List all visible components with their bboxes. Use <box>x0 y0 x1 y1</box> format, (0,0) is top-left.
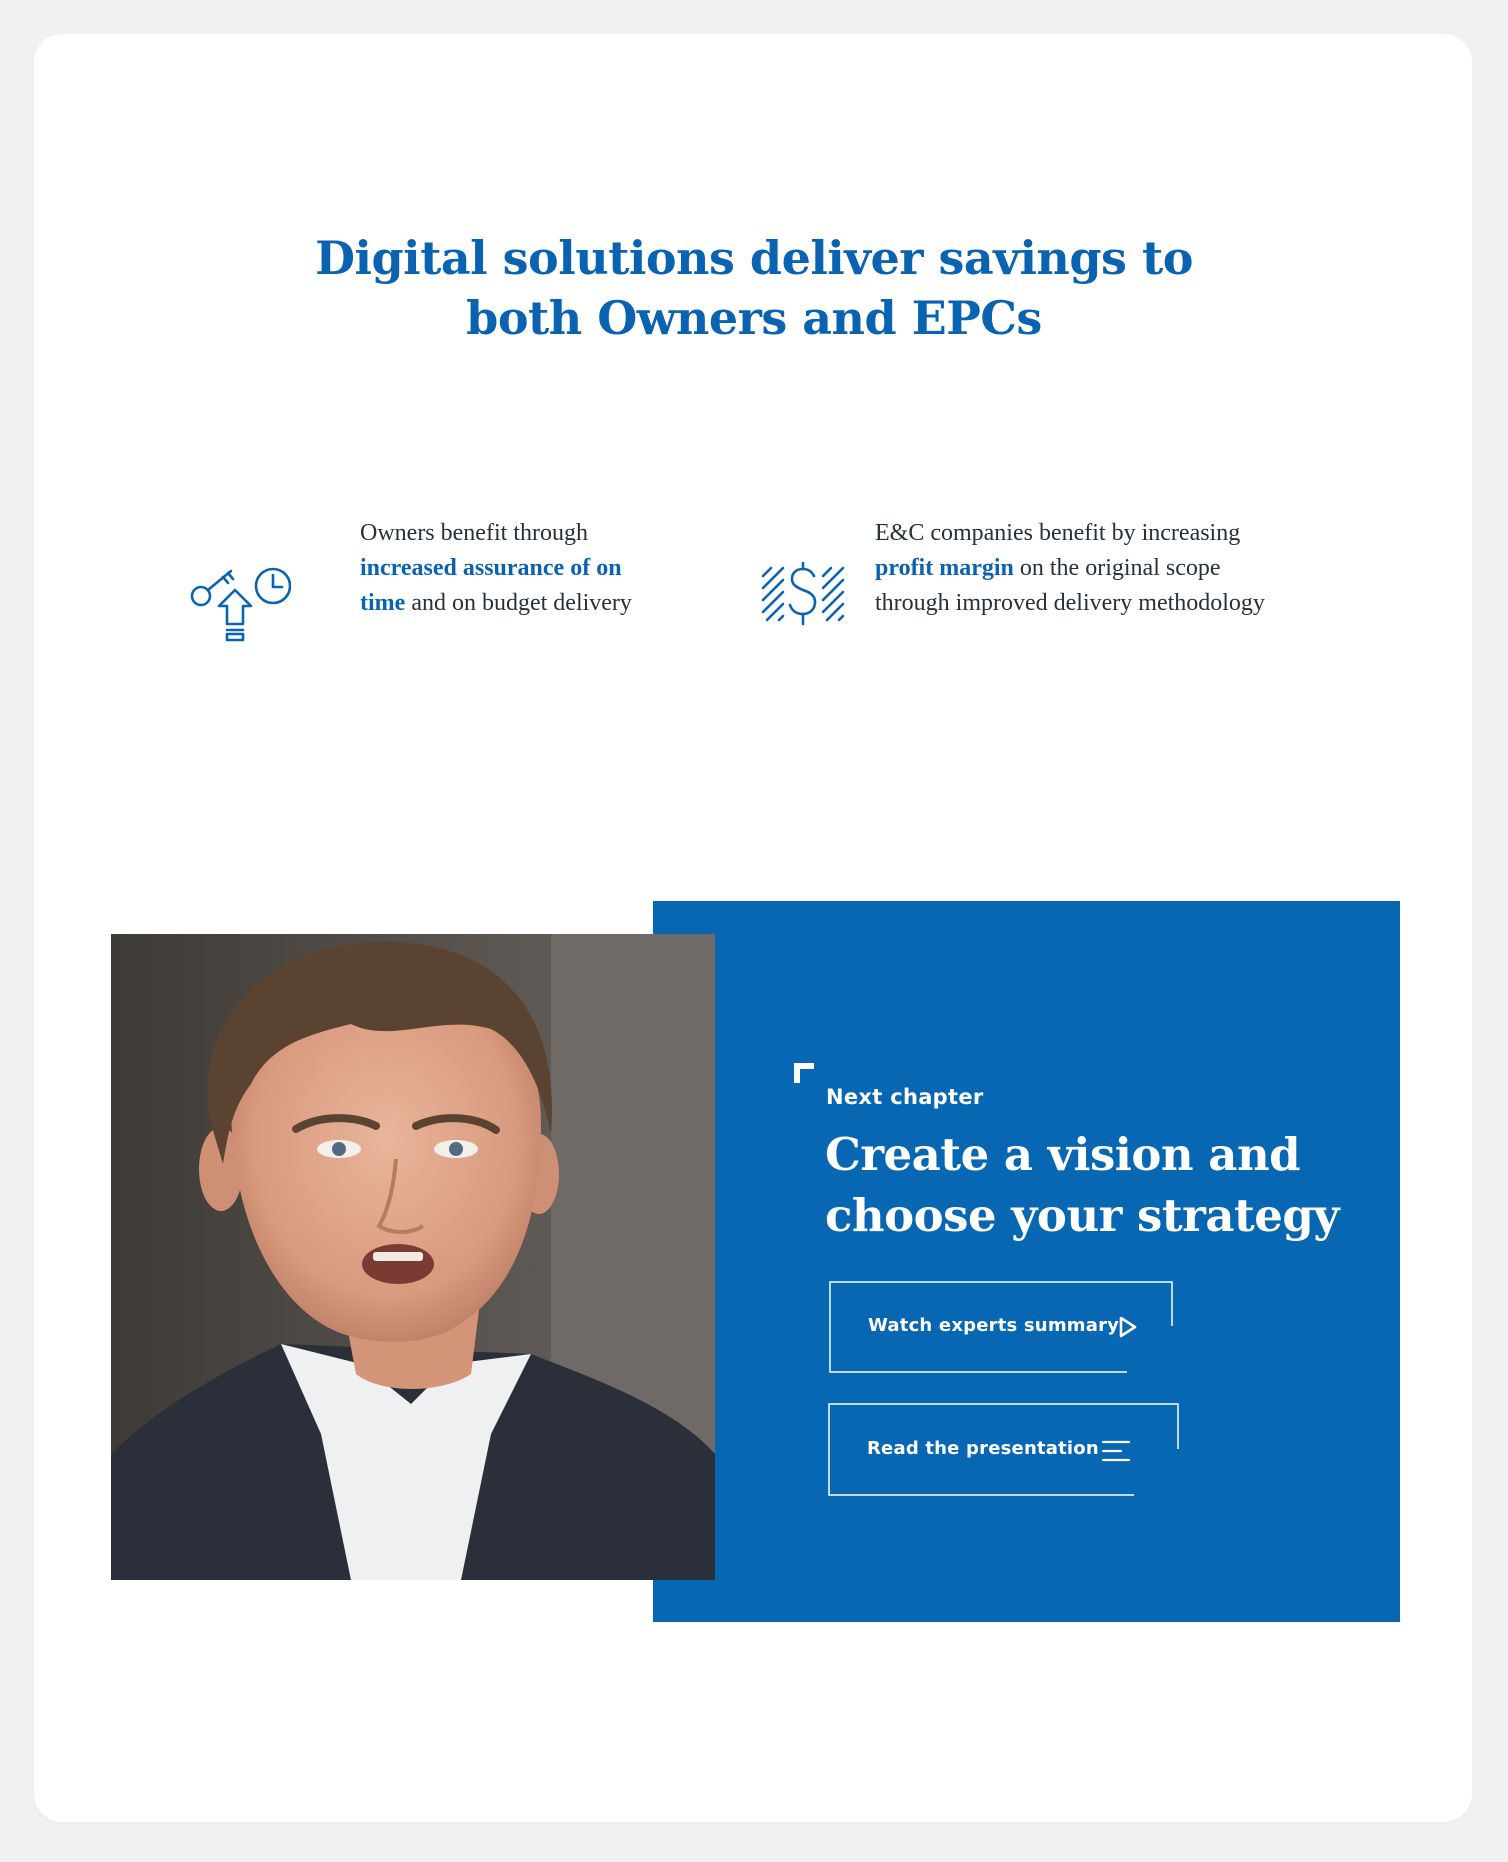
next-chapter-title-line-2: choose your strategy <box>825 1189 1340 1242</box>
owners-line-1: Owners benefit through <box>360 520 588 546</box>
ec-highlight: profit margin <box>875 555 1014 581</box>
play-icon <box>1119 1316 1137 1338</box>
watch-experts-summary-button[interactable]: Watch experts summary <box>829 1281 1173 1373</box>
read-presentation-button[interactable]: Read the presentation <box>828 1403 1179 1496</box>
ec-line-3: through improved delivery methodology <box>875 590 1265 616</box>
key-arrow-clock-icon <box>190 567 291 642</box>
presenter-photo[interactable] <box>111 934 715 1580</box>
owners-highlight-1: increased assurance of on <box>360 555 622 581</box>
read-presentation-label: Read the presentation <box>867 1438 1099 1459</box>
next-chapter-title[interactable]: Create a vision and choose your strategy <box>825 1124 1340 1246</box>
corner-bracket-icon <box>794 1063 814 1083</box>
ec-line-1: E&C companies benefit by increasing <box>875 520 1241 546</box>
headline-line-2: both Owners and EPCs <box>466 291 1042 345</box>
ec-benefit-text: E&C companies benefit by increasing prof… <box>875 516 1265 621</box>
next-chapter-panel <box>653 901 1400 1622</box>
next-chapter-title-line-1: Create a vision and <box>825 1128 1301 1181</box>
ec-line-2: on the original scope <box>1013 555 1221 581</box>
owners-benefit-text: Owners benefit through increased assuran… <box>360 516 632 621</box>
section-headline: Digital solutions deliver savings to bot… <box>0 228 1508 348</box>
menu-lines-icon <box>1101 1440 1131 1462</box>
headline-line-1: Digital solutions deliver savings to <box>315 231 1193 285</box>
owners-line-3: and on budget delivery <box>405 590 632 616</box>
dollar-stripes-icon <box>761 562 845 626</box>
next-chapter-eyebrow: Next chapter <box>826 1085 984 1109</box>
owners-highlight-2: time <box>360 590 406 616</box>
watch-experts-summary-label: Watch experts summary <box>868 1315 1120 1336</box>
